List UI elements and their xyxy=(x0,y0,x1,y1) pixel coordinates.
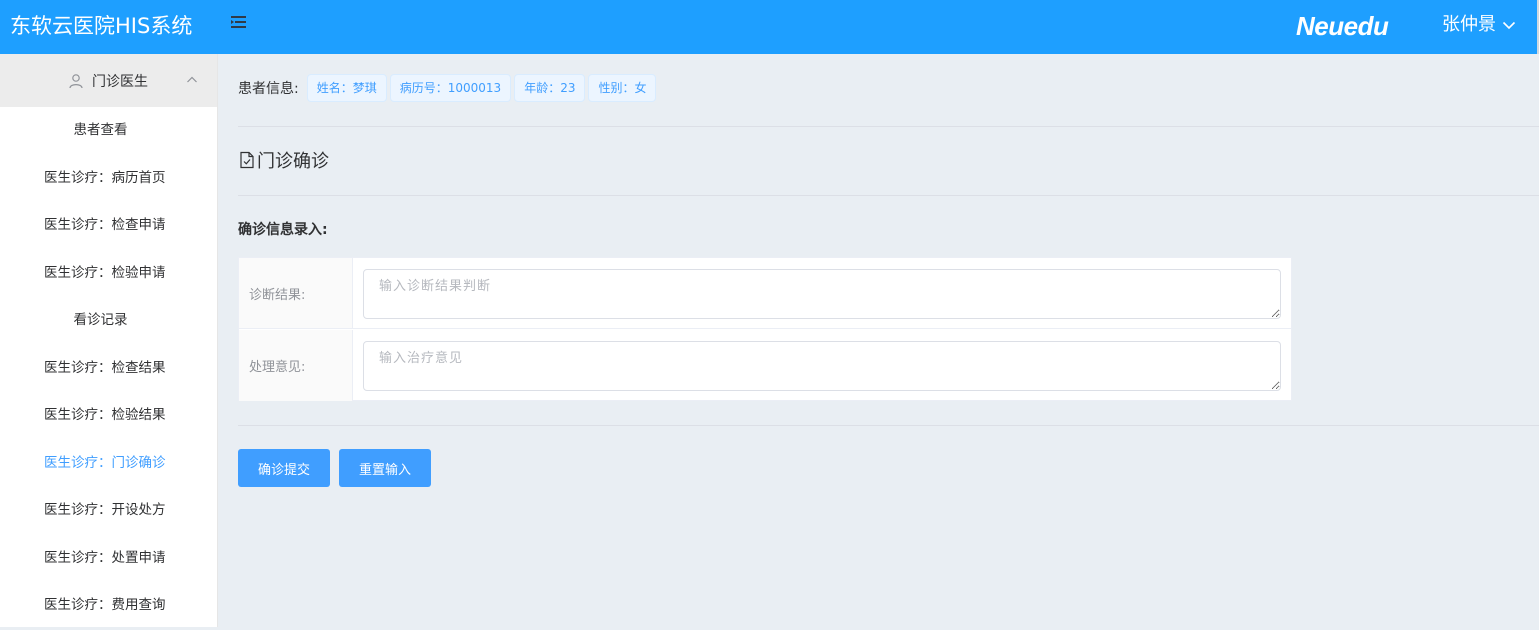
menu-fold-icon[interactable] xyxy=(228,12,250,34)
patient-info-label: 患者信息: xyxy=(238,81,299,97)
sidebar: 门诊医生 患者查看 医生诊疗：病历首页 医生诊疗：检查申请 医生诊疗：检验申请 … xyxy=(0,54,218,627)
sidebar-item-outpatient-diagnosis[interactable]: 医生诊疗：门诊确诊 xyxy=(0,440,217,488)
brand-logo: Neuedu xyxy=(1296,11,1389,41)
patient-name-tag: 姓名：梦琪 xyxy=(306,74,387,102)
user-icon xyxy=(68,73,84,89)
sidebar-item-fee-query[interactable]: 医生诊疗：费用查询 xyxy=(0,582,217,630)
sidebar-item-prescription[interactable]: 医生诊疗：开设处方 xyxy=(0,487,217,535)
sidebar-item-medical-record-home[interactable]: 医生诊疗：病历首页 xyxy=(0,155,217,203)
divider xyxy=(238,195,1539,196)
submenu-title-label: 门诊医生 xyxy=(92,73,148,90)
main-content: 患者信息: 姓名：梦琪 病历号：1000013 年龄：23 性别：女 门诊确诊 … xyxy=(219,54,1539,627)
form-heading: 确诊信息录入: xyxy=(238,222,328,238)
diagnosis-form: 诊断结果: 处理意见: xyxy=(238,257,1292,401)
user-name: 张仲景 xyxy=(1442,14,1496,35)
reset-input-button[interactable]: 重置输入 xyxy=(339,449,431,487)
patient-gender-tag: 性别：女 xyxy=(588,74,657,102)
submenu-outpatient-doctor[interactable]: 门诊医生 xyxy=(0,54,217,107)
sidebar-item-lab-results[interactable]: 医生诊疗：检验结果 xyxy=(0,392,217,440)
user-menu[interactable]: 张仲景 xyxy=(1442,12,1516,38)
page-title-text: 门诊确诊 xyxy=(257,151,329,172)
form-row-treatment: 处理意见: xyxy=(239,330,1291,401)
page-title: 门诊确诊 xyxy=(238,147,329,173)
form-row-diagnosis: 诊断结果: xyxy=(239,258,1291,329)
divider xyxy=(238,126,1539,127)
diagnosis-label: 诊断结果: xyxy=(239,258,353,328)
treatment-input[interactable] xyxy=(363,341,1281,391)
app-title: 东软云医院HIS系统 xyxy=(10,14,193,38)
chevron-down-icon xyxy=(1502,21,1516,30)
sidebar-item-treatment-request[interactable]: 医生诊疗：处置申请 xyxy=(0,535,217,583)
document-check-icon xyxy=(238,151,256,169)
diagnosis-input[interactable] xyxy=(363,269,1281,319)
patient-info-bar: 患者信息: 姓名：梦琪 病历号：1000013 年龄：23 性别：女 xyxy=(238,74,659,102)
sidebar-item-patient-view[interactable]: 患者查看 xyxy=(0,107,217,155)
treatment-label: 处理意见: xyxy=(239,330,353,401)
sidebar-item-exam-request[interactable]: 医生诊疗：检查申请 xyxy=(0,202,217,250)
top-header: 东软云医院HIS系统 Neuedu 张仲景 xyxy=(0,0,1539,54)
divider xyxy=(238,425,1539,426)
sidebar-item-exam-results[interactable]: 医生诊疗：检查结果 xyxy=(0,345,217,393)
sidebar-item-visit-records[interactable]: 看诊记录 xyxy=(0,297,217,345)
patient-record-number-tag: 病历号：1000013 xyxy=(389,74,512,102)
chevron-up-icon xyxy=(186,74,198,86)
sidebar-item-lab-request[interactable]: 医生诊疗：检验申请 xyxy=(0,250,217,298)
patient-age-tag: 年龄：23 xyxy=(514,74,586,102)
submit-diagnosis-button[interactable]: 确诊提交 xyxy=(238,449,330,487)
